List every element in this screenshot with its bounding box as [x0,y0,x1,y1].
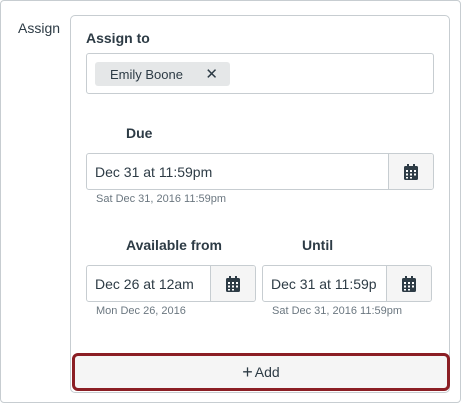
available-from-field: Dec 26 at 12am [86,265,256,302]
assign-to-label: Assign to [86,30,150,46]
calendar-icon [226,275,240,292]
until-calendar-button[interactable] [386,266,431,301]
available-from-input[interactable]: Dec 26 at 12am [87,266,210,301]
remove-assignee-icon[interactable]: ✕ [205,67,218,82]
until-hint: Sat Dec 31, 2016 11:59pm [272,305,403,317]
assignee-token: Emily Boone ✕ [95,62,230,86]
available-from-label: Available from [126,237,222,253]
add-button[interactable]: + Add [72,353,450,391]
due-date-input[interactable]: Dec 31 at 11:59pm [87,154,388,189]
plus-icon: + [242,362,253,382]
until-field: Dec 31 at 11:59p [262,265,432,302]
available-from-hint: Mon Dec 26, 2016 [96,305,186,317]
calendar-icon [404,163,418,180]
due-date-hint: Sat Dec 31, 2016 11:59pm [96,193,227,205]
calendar-icon [402,275,416,292]
assignee-name: Emily Boone [110,66,183,82]
due-calendar-button[interactable] [388,154,433,189]
due-date-field: Dec 31 at 11:59pm [86,153,434,190]
until-label: Until [302,237,334,253]
due-label: Due [126,125,153,141]
add-button-label: Add [254,364,280,380]
section-label: Assign [18,20,61,36]
assign-to-input[interactable]: Emily Boone ✕ [86,53,434,94]
available-from-calendar-button[interactable] [210,266,255,301]
until-input[interactable]: Dec 31 at 11:59p [263,266,386,301]
